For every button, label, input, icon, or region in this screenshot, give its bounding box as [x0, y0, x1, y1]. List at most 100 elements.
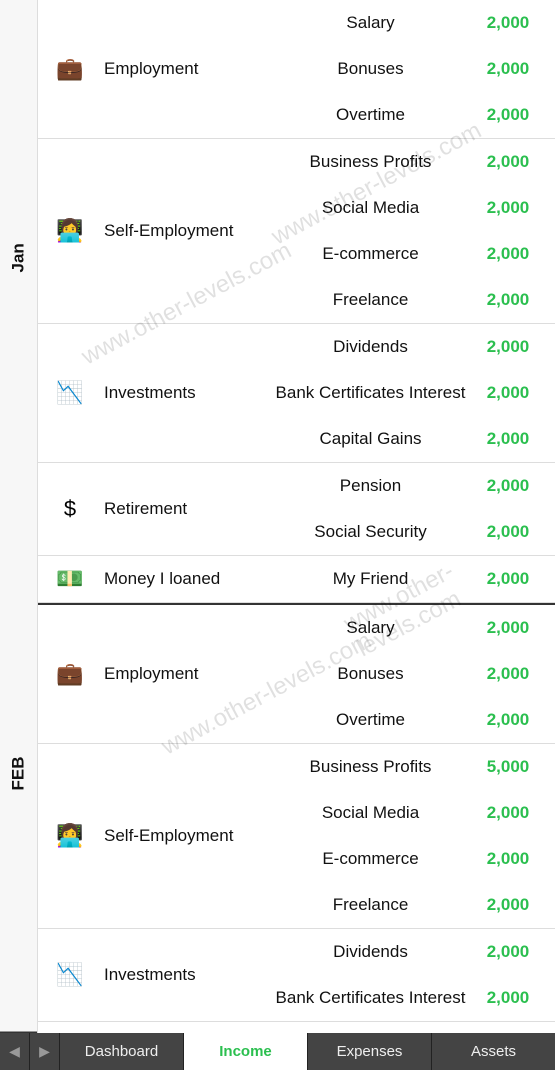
sub-row[interactable]: Business Profits2,000: [268, 139, 555, 185]
sub-row[interactable]: Freelance2,000: [268, 277, 555, 323]
sub-name: Business Profits: [268, 757, 473, 777]
sub-column: Pension2,000Social Security2,000: [268, 463, 555, 555]
category-name: Investments: [104, 383, 196, 403]
category-left: 💼Employment: [38, 605, 268, 743]
content-area: JanFEB 💼EmploymentSalary2,000Bonuses2,00…: [0, 0, 555, 1033]
sub-column: Salary2,000Bonuses2,000Overtime2,000: [268, 0, 555, 138]
sub-column: Dividends2,000Bank Certificates Interest…: [268, 929, 555, 1021]
nav-tabs: DashboardIncomeExpensesAssets: [60, 1033, 555, 1070]
sub-name: Pension: [268, 476, 473, 496]
sub-name: Social Security: [268, 522, 473, 542]
sub-row[interactable]: Salary2,000: [268, 605, 555, 651]
sub-column: Dividends2,000Bank Certificates Interest…: [268, 324, 555, 462]
month-block: 💼EmploymentSalary2,000Bonuses2,000Overti…: [38, 0, 555, 603]
nav-prev[interactable]: ◀: [0, 1033, 30, 1070]
sub-row[interactable]: E-commerce2,000: [268, 231, 555, 277]
category-name: Employment: [104, 59, 198, 79]
category-row[interactable]: 📉InvestmentsDividends2,000Bank Certifica…: [38, 929, 555, 1022]
category-name: Self-Employment: [104, 221, 233, 241]
sub-value: 2,000: [473, 337, 555, 357]
category-name: Employment: [104, 664, 198, 684]
sub-name: Overtime: [268, 105, 473, 125]
sub-value: 2,000: [473, 59, 555, 79]
sub-name: Social Media: [268, 803, 473, 823]
category-row[interactable]: 💼EmploymentSalary2,000Bonuses2,000Overti…: [38, 605, 555, 744]
sub-row[interactable]: Bonuses2,000: [268, 46, 555, 92]
sub-name: Bonuses: [268, 664, 473, 684]
sub-row[interactable]: Overtime2,000: [268, 92, 555, 138]
sub-row[interactable]: Bank Certificates Interest2,000: [268, 975, 555, 1021]
sub-value: 2,000: [473, 988, 555, 1008]
sub-value: 2,000: [473, 522, 555, 542]
nav-next[interactable]: ▶: [30, 1033, 60, 1070]
sub-name: Salary: [268, 13, 473, 33]
category-icon: 💵: [54, 566, 86, 592]
sub-row[interactable]: Salary2,000: [268, 0, 555, 46]
sub-name: Freelance: [268, 290, 473, 310]
sub-name: Bank Certificates Interest: [268, 383, 473, 403]
sub-row[interactable]: Capital Gains2,000: [268, 416, 555, 462]
category-icon: 📉: [54, 962, 86, 988]
category-icon: 👩‍💻: [54, 218, 86, 244]
sub-name: Salary: [268, 618, 473, 638]
nav-tab-income[interactable]: Income: [184, 1033, 308, 1070]
category-row[interactable]: 👩‍💻 Self-Employment Business Profits2,000S…: [38, 139, 555, 324]
sub-column: Salary2,000Bonuses2,000Overtime2,000: [268, 605, 555, 743]
sub-column: Business Profits2,000Social Media2,000E-…: [268, 139, 555, 323]
sub-value: 2,000: [473, 429, 555, 449]
sub-row[interactable]: Bonuses2,000: [268, 651, 555, 697]
category-icon: 📉: [54, 380, 86, 406]
sub-value: 2,000: [473, 290, 555, 310]
category-name: Self-Employment: [104, 826, 233, 846]
category-left: 💵Money I loaned: [38, 556, 268, 602]
category-icon: 👩‍💻: [54, 823, 86, 849]
sub-name: Dividends: [268, 942, 473, 962]
sub-value: 2,000: [473, 664, 555, 684]
sub-value: 2,000: [473, 895, 555, 915]
category-left: $Retirement: [38, 463, 268, 555]
sub-value: 2,000: [473, 105, 555, 125]
sub-value: 2,000: [473, 849, 555, 869]
sub-name: Capital Gains: [268, 429, 473, 449]
category-left: 💼 Employment: [38, 0, 268, 138]
category-row[interactable]: 👩‍💻Self-EmploymentBusiness Profits5,000S…: [38, 744, 555, 929]
sub-row[interactable]: E-commerce2,000: [268, 836, 555, 882]
month-label: Jan: [0, 0, 37, 516]
sub-value: 5,000: [473, 757, 555, 777]
sub-row[interactable]: Business Profits5,000: [268, 744, 555, 790]
sub-row[interactable]: Overtime2,000: [268, 697, 555, 743]
sub-row[interactable]: Freelance2,000: [268, 882, 555, 928]
sub-row[interactable]: Pension2,000: [268, 463, 555, 509]
nav-tab-assets[interactable]: Assets: [432, 1033, 555, 1070]
month-column: JanFEB: [0, 0, 38, 1033]
sub-name: Dividends: [268, 337, 473, 357]
sub-value: 2,000: [473, 803, 555, 823]
sub-row[interactable]: Dividends2,000: [268, 324, 555, 370]
sub-row[interactable]: Dividends2,000: [268, 929, 555, 975]
sub-value: 2,000: [473, 383, 555, 403]
sub-row[interactable]: Social Security2,000: [268, 509, 555, 555]
main-column: 💼EmploymentSalary2,000Bonuses2,000Overti…: [38, 0, 555, 1033]
category-icon: 💼: [54, 56, 86, 82]
sub-row[interactable]: Bank Certificates Interest2,000: [268, 370, 555, 416]
sub-column: Business Profits5,000Social Media2,000E-…: [268, 744, 555, 928]
sub-row[interactable]: Social Media2,000: [268, 790, 555, 836]
category-left: 📉 Investments: [38, 324, 268, 462]
nav-tab-dashboard[interactable]: Dashboard: [60, 1033, 184, 1070]
category-name: Investments: [104, 965, 196, 985]
month-label: FEB: [0, 516, 37, 1034]
sub-name: E-commerce: [268, 244, 473, 264]
sub-value: 2,000: [473, 710, 555, 730]
sub-row[interactable]: Social Media2,000: [268, 185, 555, 231]
nav-tab-expenses[interactable]: Expenses: [308, 1033, 432, 1070]
category-row[interactable]: 💵Money I loanedMy Friend2,000: [38, 556, 555, 603]
category-row[interactable]: 💼EmploymentSalary2,000Bonuses2,000Overti…: [38, 0, 555, 139]
category-row[interactable]: 📉InvestmentsDividends2,000Bank Certifica…: [38, 324, 555, 463]
category-row[interactable]: $RetirementPension2,000Social Security2,…: [38, 463, 555, 556]
category-left: 📉 Investments: [38, 929, 268, 1021]
sub-value: 2,000: [473, 198, 555, 218]
category-icon: $: [54, 496, 86, 522]
sub-value: 2,000: [473, 942, 555, 962]
sub-name: Bank Certificates Interest: [268, 988, 473, 1008]
sub-row[interactable]: My Friend2,000: [268, 556, 555, 602]
